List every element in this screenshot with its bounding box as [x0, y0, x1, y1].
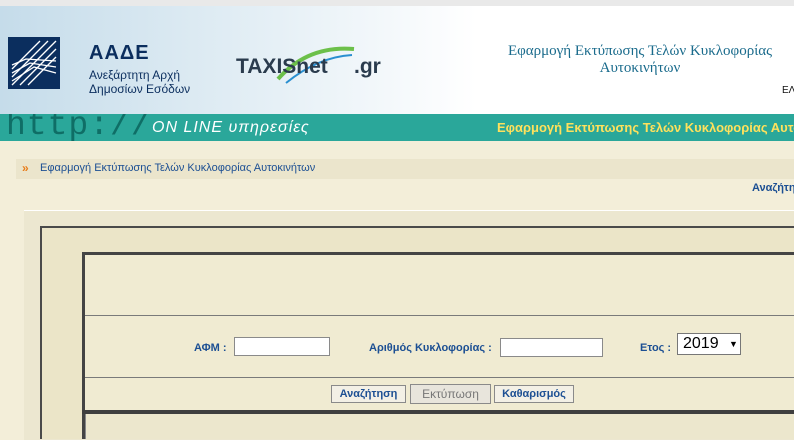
chevron-down-icon: ▼ [729, 339, 738, 349]
language-link[interactable]: ΕΛ [782, 85, 794, 96]
taxisnet-text: TAXISnet [236, 55, 328, 78]
divider [85, 315, 794, 316]
year-label: Ετος : [640, 342, 672, 354]
banner-app-title: Εφαρμογή Εκτύπωσης Τελών Κυκλοφορίας Αυτ… [497, 120, 794, 135]
site-header: ΑΑΔΕ Ανεξάρτητη Αρχή Δημοσίων Εσόδων TAX… [0, 0, 794, 114]
divider [85, 377, 794, 378]
print-button[interactable]: Εκτύπωση [410, 384, 491, 404]
search-link[interactable]: Αναζήτηση [752, 182, 794, 194]
clear-button[interactable]: Καθαρισμός [494, 385, 574, 403]
year-select[interactable]: 2019 ▼ [677, 333, 741, 355]
breadcrumb-text: Εφαρμογή Εκτύπωσης Τελών Κυκλοφορίας Αυτ… [40, 162, 316, 174]
double-chevron-right-icon: » [22, 161, 29, 175]
org-subtitle: Ανεξάρτητη Αρχή Δημοσίων Εσόδων [89, 68, 190, 96]
year-select-value: 2019 [683, 335, 719, 352]
results-area [85, 414, 794, 439]
org-subtitle-line1: Ανεξάρτητη Αρχή [89, 68, 181, 82]
search-button[interactable]: Αναζήτηση [331, 385, 406, 403]
banner-online-text: ON LINE υπηρεσίες [152, 119, 310, 136]
plate-input[interactable] [500, 338, 603, 357]
taxisnet-logo: TAXISnet .gr [236, 55, 381, 79]
app-title: Εφαρμογή Εκτύπωσης Τελών Κυκλοφορίας Αυτ… [507, 43, 773, 76]
banner-http-text: http:// [6, 114, 152, 141]
afm-input[interactable] [234, 337, 330, 356]
afm-label: ΑΦΜ : [194, 342, 227, 354]
taxisnet-gr: .gr [354, 55, 381, 78]
org-subtitle-line2: Δημοσίων Εσόδων [89, 82, 191, 96]
aade-logo-icon [8, 37, 60, 89]
plate-label: Αριθμός Κυκλοφορίας : [369, 342, 492, 354]
breadcrumb: » Εφαρμογή Εκτύπωσης Τελών Κυκλοφορίας Α… [16, 159, 794, 179]
online-services-banner: http:// ON LINE υπηρεσίες Εφαρμογή Εκτύπ… [0, 114, 794, 141]
org-title: ΑΑΔΕ [89, 42, 150, 64]
